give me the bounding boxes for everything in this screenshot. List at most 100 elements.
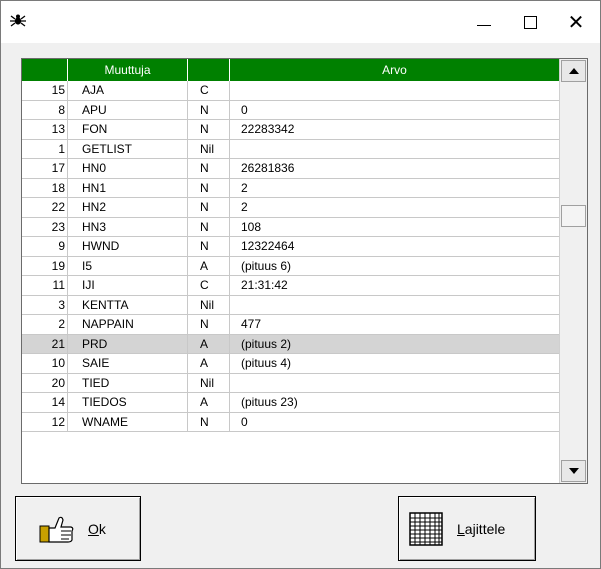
variable-type: Nil — [188, 373, 230, 393]
variable-value: 477 — [241, 317, 262, 331]
variable-value: (pituus 6) — [241, 258, 292, 273]
table-row[interactable]: 23 HN3 N 108 — [22, 217, 559, 237]
row-number: 15 — [22, 81, 68, 100]
variable-name: TIEDOS — [68, 393, 188, 412]
arrow-up-icon — [568, 68, 579, 74]
variable-value: 108 — [241, 219, 262, 234]
variable-value: 21:31:42 — [241, 278, 288, 292]
variable-name: WNAME — [68, 412, 188, 432]
variable-type: N — [188, 159, 230, 178]
header-type[interactable] — [188, 59, 230, 81]
variable-value — [230, 374, 559, 393]
variable-type: N — [188, 237, 230, 256]
table-row[interactable]: 3 KENTTA Nil — [22, 295, 559, 315]
row-number: 21 — [22, 334, 68, 354]
row-number: 14 — [22, 393, 68, 412]
maximize-button[interactable] — [507, 1, 553, 43]
title-bar: ✕ — [1, 1, 600, 43]
row-number: 12 — [22, 412, 68, 432]
variable-type: N — [188, 412, 230, 432]
variable-name: SAIE — [68, 354, 188, 373]
variable-value — [230, 81, 559, 100]
table-row[interactable]: 9 HWND N 12322464 — [22, 237, 559, 257]
variable-value: 2 — [241, 180, 248, 195]
variable-name: NAPPAIN — [68, 315, 188, 334]
variable-type: Nil — [188, 139, 230, 159]
variable-name: IJI — [68, 276, 188, 295]
close-button[interactable]: ✕ — [553, 1, 599, 43]
table-row[interactable]: 19 I5 A (pituus 6) — [22, 256, 559, 276]
header-value[interactable]: Arvo — [230, 59, 559, 81]
variable-type: N — [188, 100, 230, 120]
variable-type: C — [188, 81, 230, 100]
variable-type: N — [188, 120, 230, 139]
scrollbar-thumb[interactable] — [561, 205, 586, 227]
table-row[interactable]: 12 WNAME N 0 — [22, 412, 559, 432]
row-number: 9 — [22, 237, 68, 256]
sort-button[interactable]: Lajittele — [398, 496, 536, 561]
table-row[interactable]: 21 PRD A (pituus 2) — [22, 334, 559, 354]
variable-type: A — [188, 354, 230, 373]
minimize-icon — [477, 24, 491, 26]
ok-label: Ok — [88, 520, 106, 537]
variable-name: HN3 — [68, 217, 188, 237]
table-row[interactable]: 13 FON N 22283342 — [22, 120, 559, 140]
table-row[interactable]: 8 APU N 0 — [22, 100, 559, 120]
row-number: 11 — [22, 276, 68, 295]
variable-type: N — [188, 178, 230, 198]
row-number: 18 — [22, 178, 68, 198]
variable-type: C — [188, 276, 230, 295]
ok-button[interactable]: Ok — [15, 496, 141, 561]
variable-name: GETLIST — [68, 139, 188, 159]
variable-name: HN1 — [68, 178, 188, 198]
variables-grid[interactable]: Muuttuja Arvo 15 AJA C 8 APU N 0 13 FON N 22283342… — [21, 58, 588, 484]
vertical-scrollbar[interactable] — [559, 59, 587, 483]
variable-name: AJA — [68, 81, 188, 100]
row-number: 10 — [22, 354, 68, 373]
variable-type: A — [188, 256, 230, 276]
grid-rows: 15 AJA C 8 APU N 0 13 FON N 22283342 1 GETLIST Nil 17 H… — [22, 81, 559, 483]
variable-value — [230, 140, 559, 159]
table-row[interactable]: 22 HN2 N 2 — [22, 198, 559, 218]
header-number[interactable] — [22, 59, 68, 81]
header-variable[interactable]: Muuttuja — [68, 59, 188, 81]
variable-type: N — [188, 198, 230, 217]
variable-value: (pituus 23) — [241, 395, 298, 409]
variable-value — [230, 296, 559, 315]
variable-type: N — [188, 315, 230, 334]
table-row[interactable]: 11 IJI C 21:31:42 — [22, 276, 559, 296]
variable-value: 0 — [241, 102, 248, 117]
row-number: 22 — [22, 198, 68, 217]
scroll-down-button[interactable] — [561, 460, 586, 482]
minimize-button[interactable] — [461, 1, 507, 43]
variable-name: HN0 — [68, 159, 188, 178]
table-row[interactable]: 14 TIEDOS A (pituus 23) — [22, 393, 559, 413]
table-row[interactable]: 10 SAIE A (pituus 4) — [22, 354, 559, 374]
spider-icon[interactable] — [9, 13, 27, 30]
variable-name: HN2 — [68, 198, 188, 217]
scroll-up-button[interactable] — [561, 60, 586, 82]
variable-type: A — [188, 334, 230, 354]
table-row[interactable]: 20 TIED Nil — [22, 373, 559, 393]
variable-value: 0 — [241, 414, 248, 429]
row-number: 23 — [22, 217, 68, 237]
maximize-icon — [523, 15, 537, 29]
variable-value: (pituus 2) — [241, 336, 292, 351]
variable-value: 2 — [241, 200, 248, 214]
variable-name: PRD — [68, 334, 188, 354]
variable-name: KENTTA — [68, 295, 188, 315]
variable-name: FON — [68, 120, 188, 139]
grid-header: Muuttuja Arvo — [22, 59, 559, 81]
table-row[interactable]: 15 AJA C — [22, 81, 559, 101]
table-row[interactable]: 2 NAPPAIN N 477 — [22, 315, 559, 335]
table-row[interactable]: 17 HN0 N 26281836 — [22, 159, 559, 179]
close-icon: ✕ — [567, 10, 585, 34]
variable-name: TIED — [68, 373, 188, 393]
variable-name: HWND — [68, 237, 188, 256]
row-number: 1 — [22, 139, 68, 159]
grid-table-icon — [407, 510, 445, 548]
sort-label: Lajittele — [457, 520, 506, 537]
row-number: 13 — [22, 120, 68, 139]
table-row[interactable]: 1 GETLIST Nil — [22, 139, 559, 159]
table-row[interactable]: 18 HN1 N 2 — [22, 178, 559, 198]
